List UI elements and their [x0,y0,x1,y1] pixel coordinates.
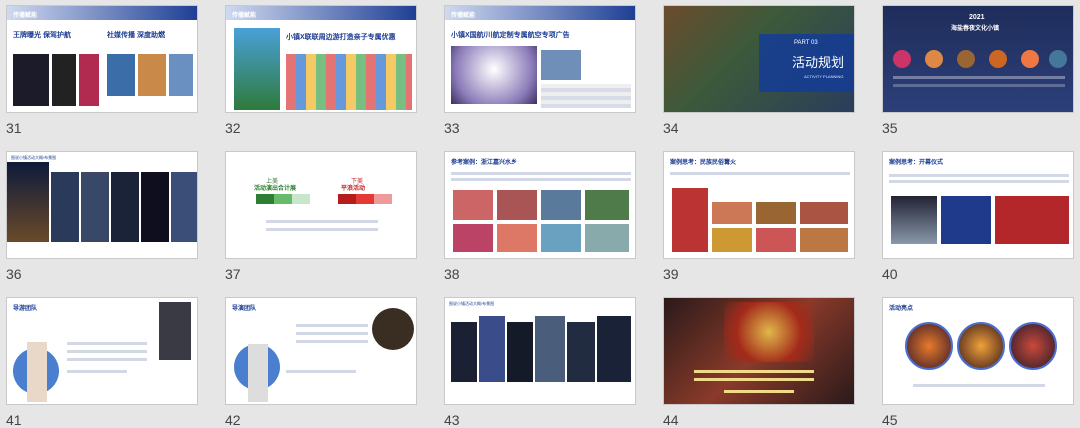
slide-band: 传播赋能 [13,13,38,19]
slide-thumbnail[interactable]: 图说小镇活动大概/布景图 [444,297,636,405]
slide-number: 43 [444,412,460,428]
slide-thumbnail[interactable]: 传播赋能 王牌曝光 保驾护航 社媒传播 深度助燃 [6,5,198,113]
slide-number: 44 [663,412,679,428]
slide-thumbnail[interactable]: 2021 海盐春夜文化小镇 [882,5,1074,113]
slide-thumbnail[interactable]: PART 03 活动规划 ACTIVITY PLANNING [663,5,855,113]
slide-headline: 导游团队 [13,306,38,312]
slide-headline: 王牌曝光 保驾护航 [13,32,71,39]
slide-headline: 活动亮点 [889,306,914,312]
slide-thumbnail[interactable]: 上美 活动演出合计展 下美 平浪活动 [225,151,417,259]
slide-headline: 活动规划 [792,55,845,70]
slide-headline: 海盐春夜文化小镇 [951,26,1000,32]
slide-thumbnail[interactable]: 参考案例：浙江嘉兴水乡 [444,151,636,259]
slide-right-title: 平浪活动 [341,186,366,192]
slide-number: 39 [663,266,679,282]
slide-thumbnail[interactable]: 导演团队 [225,297,417,405]
slide-number: 42 [225,412,241,428]
slide-sorter: { "slides": [ {"num":"31","band":"传播赋能",… [0,0,1080,428]
slide-part: PART 03 [794,40,818,46]
slide-number: 37 [225,266,241,282]
slide-thumbnail[interactable]: 图说小镇活动大概/布景图 [6,151,198,259]
slide-thumbnail[interactable]: 传播赋能 小镇X联联周边游打造亲子专属优惠 [225,5,417,113]
slide-thumbnail[interactable]: 传播赋能 小镇X国航/川航定制专属航空专项广告 [444,5,636,113]
slide-number: 31 [6,120,22,136]
slide-band: 传播赋能 [451,13,476,19]
slide-thumbnail[interactable]: 案例思考：开幕仪式 [882,151,1074,259]
slide-thumbnail[interactable]: 导游团队 [6,297,198,405]
slide-number: 36 [6,266,22,282]
slide-headline: 导演团队 [232,306,257,312]
slide-thumbnail[interactable]: 案例思考：民族民俗篝火 [663,151,855,259]
slide-sub: ACTIVITY PLANNING [804,74,844,79]
slide-number: 33 [444,120,460,136]
slide-number: 35 [882,120,898,136]
slide-left-title: 活动演出合计展 [254,186,297,192]
slide-headline: 小镇X国航/川航定制专属航空专项广告 [451,32,570,39]
slide-caption: 图说小镇活动大概/布景图 [449,301,495,306]
slide-number: 41 [6,412,22,428]
slide-number: 40 [882,266,898,282]
slide-headline: 参考案例：浙江嘉兴水乡 [451,160,518,166]
slide-band: 传播赋能 [232,13,257,19]
slide-headline: 社媒传播 深度助燃 [107,32,165,39]
slide-headline: 小镇X联联周边游打造亲子专属优惠 [286,34,396,41]
slide-thumbnail[interactable] [663,297,855,405]
slide-year: 2021 [969,14,985,21]
slide-headline: 案例思考：开幕仪式 [889,160,944,166]
slide-thumbnail[interactable]: 活动亮点 [882,297,1074,405]
slide-headline: 案例思考：民族民俗篝火 [670,160,737,166]
slide-number: 32 [225,120,241,136]
slide-caption: 图说小镇活动大概/布景图 [11,155,57,160]
slide-number: 38 [444,266,460,282]
slide-number: 34 [663,120,679,136]
slide-number: 45 [882,412,898,428]
